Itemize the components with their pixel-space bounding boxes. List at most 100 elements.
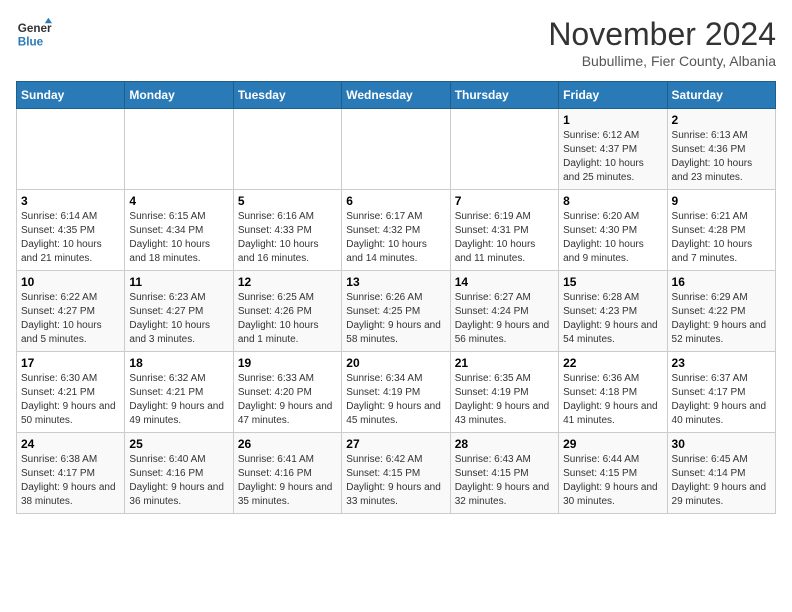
day-info: Sunrise: 6:43 AM Sunset: 4:15 PM Dayligh… [455,453,554,509]
day-info: Sunrise: 6:15 AM Sunset: 4:34 PM Dayligh… [129,210,228,266]
day-header-monday: Monday [125,82,233,109]
day-info: Sunrise: 6:23 AM Sunset: 4:27 PM Dayligh… [129,291,228,347]
calendar-cell: 21 Sunrise: 6:35 AM Sunset: 4:19 PM Dayli… [450,352,558,433]
day-number: 10 [21,275,120,289]
day-header-thursday: Thursday [450,82,558,109]
calendar-cell: 4Sunrise: 6:15 AM Sunset: 4:34 PM Daylig… [125,190,233,271]
logo-icon: General Blue [16,16,52,52]
svg-text:Blue: Blue [18,36,44,49]
day-info: Sunrise: 6:34 AM Sunset: 4:19 PM Dayligh… [346,372,445,428]
calendar-cell: 23Sunrise: 6:37 AM Sunset: 4:17 PM Dayli… [667,352,775,433]
calendar-cell: 29 Sunrise: 6:44 AM Sunset: 4:15 PM Dayli… [559,433,667,514]
calendar-body: 1 Sunrise: 6:12 AM Sunset: 4:37 PM Daylig… [17,109,776,514]
logo: General Blue [16,16,52,52]
calendar-cell: 26 Sunrise: 6:41 AM Sunset: 4:16 PM Dayli… [233,433,341,514]
day-number: 30 [672,437,771,451]
calendar-cell [342,109,450,190]
day-number: 17 [21,356,120,370]
day-info: Sunrise: 6:38 AM Sunset: 4:17 PM Dayligh… [21,453,120,509]
day-info: Sunrise: 6:28 AM Sunset: 4:23 PM Dayligh… [563,291,662,347]
calendar-cell: 16 Sunrise: 6:29 AM Sunset: 4:22 PM Dayli… [667,271,775,352]
day-info: Sunrise: 6:20 AM Sunset: 4:30 PM Dayligh… [563,210,662,266]
day-number: 29 [563,437,662,451]
day-number: 26 [238,437,337,451]
header: General Blue November 2024 Bubullime, Fi… [16,16,776,69]
day-number: 14 [455,275,554,289]
calendar-cell: 25Sunrise: 6:40 AM Sunset: 4:16 PM Dayli… [125,433,233,514]
day-info: Sunrise: 6:35 AM Sunset: 4:19 PM Dayligh… [455,372,554,428]
day-number: 2 [672,113,771,127]
calendar-cell [450,109,558,190]
day-header-friday: Friday [559,82,667,109]
day-info: Sunrise: 6:14 AM Sunset: 4:35 PM Dayligh… [21,210,120,266]
day-number: 9 [672,194,771,208]
day-number: 28 [455,437,554,451]
calendar-header-row: SundayMondayTuesdayWednesdayThursdayFrid… [17,82,776,109]
day-info: Sunrise: 6:29 AM Sunset: 4:22 PM Dayligh… [672,291,771,347]
calendar-cell: 13 Sunrise: 6:26 AM Sunset: 4:25 PM Dayli… [342,271,450,352]
day-number: 11 [129,275,228,289]
calendar-cell: 22 Sunrise: 6:36 AM Sunset: 4:18 PM Dayli… [559,352,667,433]
calendar-cell [125,109,233,190]
calendar-week-5: 24Sunrise: 6:38 AM Sunset: 4:17 PM Dayli… [17,433,776,514]
day-header-saturday: Saturday [667,82,775,109]
day-number: 15 [563,275,662,289]
day-info: Sunrise: 6:27 AM Sunset: 4:24 PM Dayligh… [455,291,554,347]
day-info: Sunrise: 6:25 AM Sunset: 4:26 PM Dayligh… [238,291,337,347]
day-info: Sunrise: 6:36 AM Sunset: 4:18 PM Dayligh… [563,372,662,428]
title-area: November 2024 Bubullime, Fier County, Al… [548,16,776,69]
calendar-cell [17,109,125,190]
day-info: Sunrise: 6:37 AM Sunset: 4:17 PM Dayligh… [672,372,771,428]
month-title: November 2024 [548,16,776,53]
calendar-cell: 5 Sunrise: 6:16 AM Sunset: 4:33 PM Daylig… [233,190,341,271]
day-number: 13 [346,275,445,289]
day-number: 1 [563,113,662,127]
calendar-cell: 28 Sunrise: 6:43 AM Sunset: 4:15 PM Dayli… [450,433,558,514]
calendar-cell: 20 Sunrise: 6:34 AM Sunset: 4:19 PM Dayli… [342,352,450,433]
day-number: 5 [238,194,337,208]
day-info: Sunrise: 6:40 AM Sunset: 4:16 PM Dayligh… [129,453,228,509]
day-number: 16 [672,275,771,289]
day-info: Sunrise: 6:16 AM Sunset: 4:33 PM Dayligh… [238,210,337,266]
calendar-cell: 17 Sunrise: 6:30 AM Sunset: 4:21 PM Dayli… [17,352,125,433]
calendar-week-3: 10 Sunrise: 6:22 AM Sunset: 4:27 PM Dayli… [17,271,776,352]
calendar-week-4: 17 Sunrise: 6:30 AM Sunset: 4:21 PM Dayli… [17,352,776,433]
day-info: Sunrise: 6:41 AM Sunset: 4:16 PM Dayligh… [238,453,337,509]
calendar-cell: 10 Sunrise: 6:22 AM Sunset: 4:27 PM Dayli… [17,271,125,352]
day-number: 6 [346,194,445,208]
day-info: Sunrise: 6:26 AM Sunset: 4:25 PM Dayligh… [346,291,445,347]
day-number: 20 [346,356,445,370]
svg-text:General: General [18,22,52,35]
calendar-cell: 19 Sunrise: 6:33 AM Sunset: 4:20 PM Dayli… [233,352,341,433]
calendar-table: SundayMondayTuesdayWednesdayThursdayFrid… [16,81,776,514]
calendar-cell: 1 Sunrise: 6:12 AM Sunset: 4:37 PM Daylig… [559,109,667,190]
day-number: 21 [455,356,554,370]
day-info: Sunrise: 6:19 AM Sunset: 4:31 PM Dayligh… [455,210,554,266]
calendar-cell: 9Sunrise: 6:21 AM Sunset: 4:28 PM Daylig… [667,190,775,271]
day-info: Sunrise: 6:30 AM Sunset: 4:21 PM Dayligh… [21,372,120,428]
day-info: Sunrise: 6:44 AM Sunset: 4:15 PM Dayligh… [563,453,662,509]
day-info: Sunrise: 6:42 AM Sunset: 4:15 PM Dayligh… [346,453,445,509]
day-number: 27 [346,437,445,451]
calendar-cell: 6 Sunrise: 6:17 AM Sunset: 4:32 PM Daylig… [342,190,450,271]
calendar-cell: 24Sunrise: 6:38 AM Sunset: 4:17 PM Dayli… [17,433,125,514]
calendar-cell: 8Sunrise: 6:20 AM Sunset: 4:30 PM Daylig… [559,190,667,271]
calendar-cell: 18Sunrise: 6:32 AM Sunset: 4:21 PM Dayli… [125,352,233,433]
calendar-cell [233,109,341,190]
day-number: 22 [563,356,662,370]
calendar-cell: 27 Sunrise: 6:42 AM Sunset: 4:15 PM Dayli… [342,433,450,514]
calendar-cell: 12Sunrise: 6:25 AM Sunset: 4:26 PM Dayli… [233,271,341,352]
day-info: Sunrise: 6:12 AM Sunset: 4:37 PM Dayligh… [563,129,662,185]
day-number: 19 [238,356,337,370]
calendar-cell: 15 Sunrise: 6:28 AM Sunset: 4:23 PM Dayli… [559,271,667,352]
day-header-wednesday: Wednesday [342,82,450,109]
day-info: Sunrise: 6:45 AM Sunset: 4:14 PM Dayligh… [672,453,771,509]
day-info: Sunrise: 6:17 AM Sunset: 4:32 PM Dayligh… [346,210,445,266]
day-info: Sunrise: 6:33 AM Sunset: 4:20 PM Dayligh… [238,372,337,428]
calendar-week-1: 1 Sunrise: 6:12 AM Sunset: 4:37 PM Daylig… [17,109,776,190]
day-number: 18 [129,356,228,370]
day-info: Sunrise: 6:22 AM Sunset: 4:27 PM Dayligh… [21,291,120,347]
subtitle: Bubullime, Fier County, Albania [548,53,776,69]
calendar-cell: 3Sunrise: 6:14 AM Sunset: 4:35 PM Daylig… [17,190,125,271]
day-header-sunday: Sunday [17,82,125,109]
